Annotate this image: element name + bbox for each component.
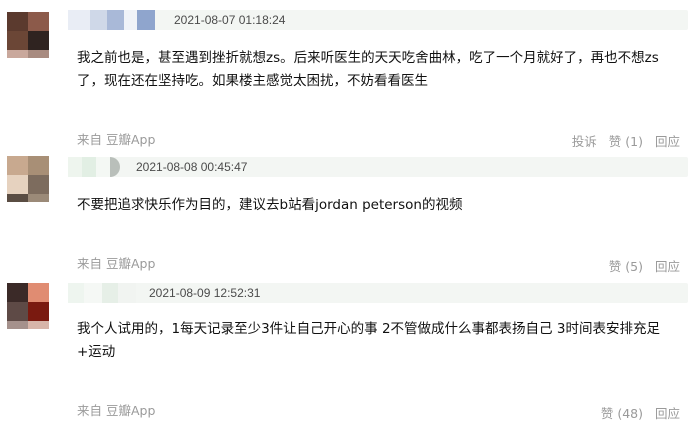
avatar-pixel [28, 31, 49, 51]
name-blur-block [82, 157, 96, 177]
comment-header: 2021-08-09 12:52:31 [68, 283, 688, 303]
name-blur-block [84, 283, 102, 303]
avatar-pixel [28, 12, 49, 32]
name-blur-block [107, 10, 124, 30]
avatar-pixel [28, 50, 49, 58]
comment-timestamp: 2021-08-09 12:52:31 [149, 286, 261, 300]
username-link[interactable] [68, 10, 155, 30]
name-blur-block [68, 10, 90, 30]
comment-line: 了，现在还在坚持吃。如果楼主感觉太困扰，不妨看看医生 [77, 73, 428, 89]
comment-line: 不要把追求快乐作为目的，建议去b站看jordan peterson的视频 [77, 197, 463, 213]
avatar-pixel [7, 12, 28, 32]
avatar-pixel [7, 283, 28, 303]
comment-text: 我个人试用的，1每天记录至少3件让自己开心的事 2不管做成什么事都表扬自己 3时… [77, 318, 689, 364]
avatar-pixel [28, 194, 49, 202]
avatar-pixel [7, 321, 28, 329]
name-blur-block [68, 283, 84, 303]
name-blur-block [102, 283, 118, 303]
name-blur-block [110, 157, 120, 177]
comment-header: 2021-08-08 00:45:47 [68, 157, 688, 177]
avatar-pixel [28, 283, 49, 303]
avatar-pixel [28, 321, 49, 329]
avatar[interactable] [7, 12, 49, 58]
avatar-pixel [28, 302, 49, 322]
comment-actions: 赞 (48) 回应 [601, 403, 680, 422]
comment-header: 2021-08-07 01:18:24 [68, 10, 688, 30]
name-blur-block [118, 283, 136, 303]
comment-source: 来自 豆瓣App [77, 132, 156, 147]
reply-button[interactable]: 回应 [655, 256, 680, 275]
comment-actions: 赞 (5) 回应 [609, 256, 680, 275]
name-blur-block [137, 10, 155, 30]
avatar[interactable] [7, 156, 49, 202]
like-button[interactable]: 赞 (48) [601, 403, 643, 422]
username-link[interactable] [68, 157, 120, 177]
comment-source: 来自 豆瓣App [77, 403, 156, 418]
comment-source: 来自 豆瓣App [77, 256, 156, 271]
avatar-pixel [7, 175, 28, 195]
reply-button[interactable]: 回应 [655, 131, 680, 150]
name-blur-block [90, 10, 107, 30]
name-blur-block [124, 10, 137, 30]
comment-timestamp: 2021-08-07 01:18:24 [174, 13, 286, 27]
comment-line: 我个人试用的，1每天记录至少3件让自己开心的事 2不管做成什么事都表扬自己 3时… [77, 321, 660, 337]
comment-line: 我之前也是，甚至遇到挫折就想zs。后来听医生的天天吃舍曲林，吃了一个月就好了，再… [77, 50, 659, 66]
comment-text: 我之前也是，甚至遇到挫折就想zs。后来听医生的天天吃舍曲林，吃了一个月就好了，再… [77, 47, 689, 93]
avatar-pixel [7, 194, 28, 202]
reply-button[interactable]: 回应 [655, 403, 680, 422]
avatar-pixel [28, 156, 49, 176]
report-button[interactable]: 投诉 [572, 131, 597, 150]
comment-text: 不要把追求快乐作为目的，建议去b站看jordan peterson的视频 [77, 194, 689, 217]
avatar[interactable] [7, 283, 49, 329]
avatar-pixel [7, 50, 28, 58]
avatar-pixel [28, 175, 49, 195]
avatar-pixel [7, 31, 28, 51]
comment-line: +运动 [77, 344, 116, 360]
avatar-pixel [7, 302, 28, 322]
like-button[interactable]: 赞 (5) [609, 256, 643, 275]
name-blur-block [68, 157, 82, 177]
avatar-pixel [7, 156, 28, 176]
username-link[interactable] [68, 283, 136, 303]
comment-timestamp: 2021-08-08 00:45:47 [136, 160, 248, 174]
like-button[interactable]: 赞 (1) [609, 131, 643, 150]
name-blur-block [96, 157, 110, 177]
comment-actions: 投诉 赞 (1) 回应 [572, 131, 680, 150]
